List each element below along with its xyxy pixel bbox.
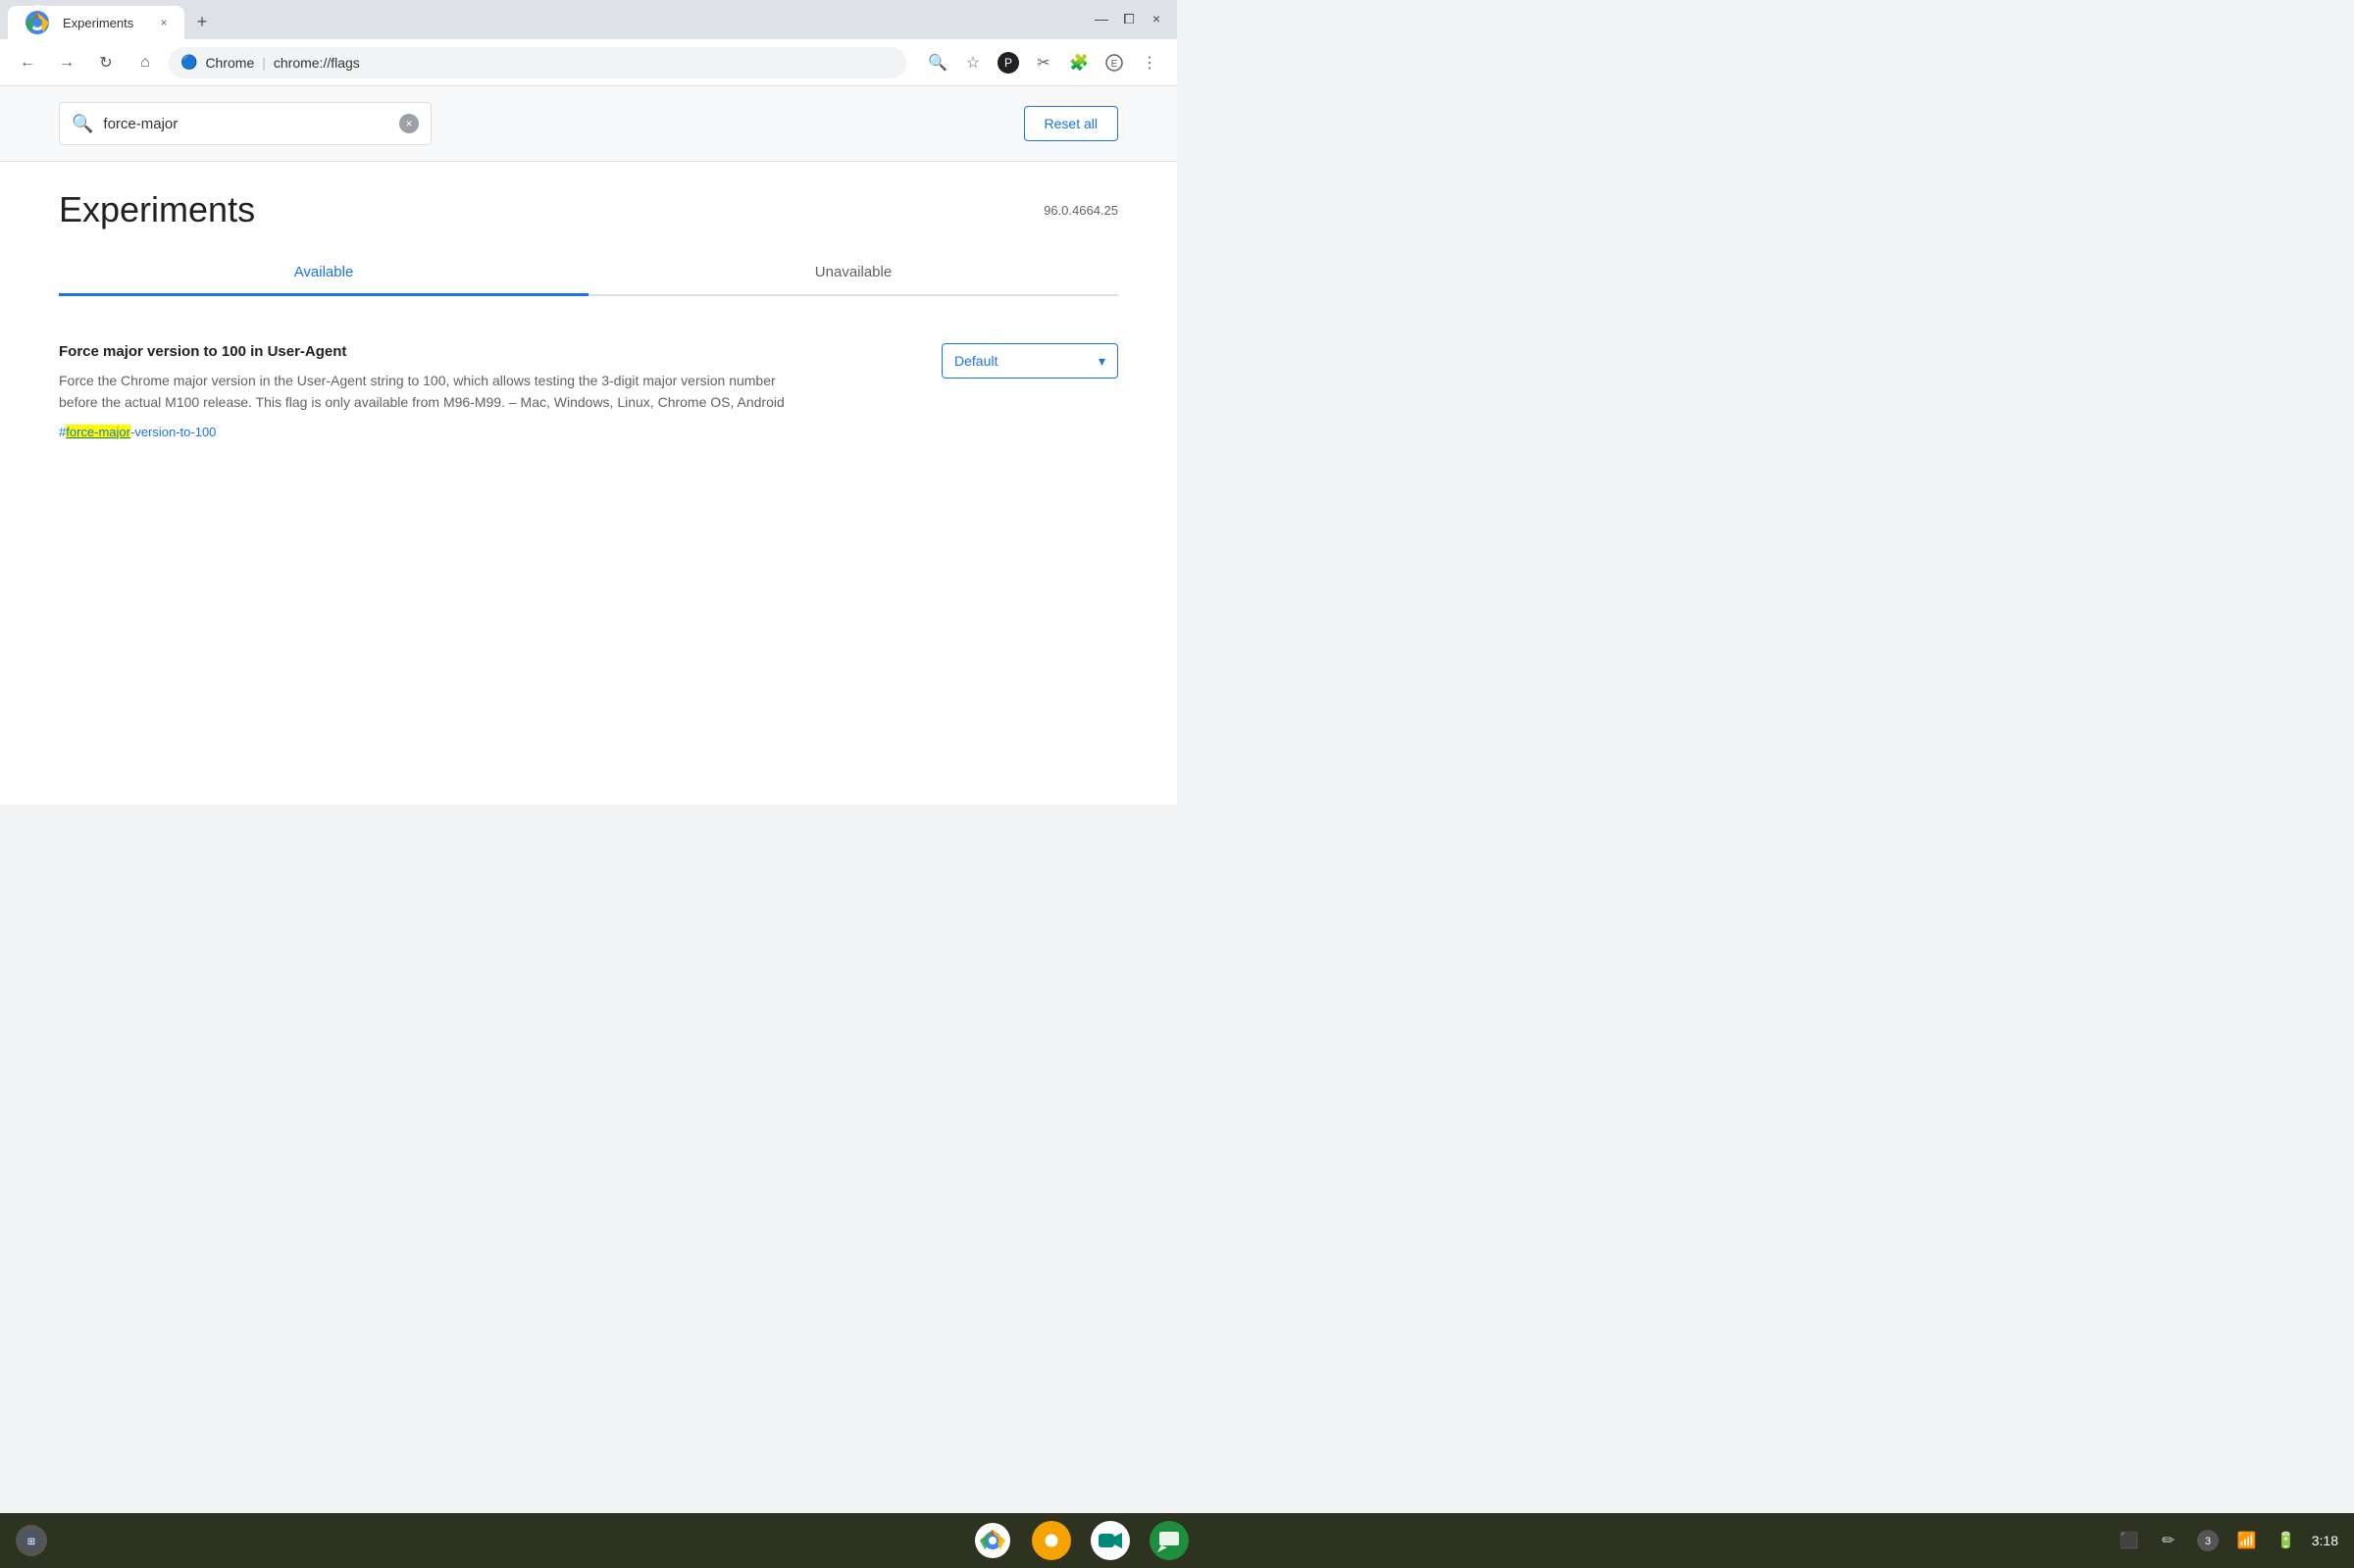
reset-all-button[interactable]: Reset all bbox=[1024, 106, 1118, 141]
close-window-button[interactable]: × bbox=[1144, 6, 1169, 31]
taskbar-apps bbox=[47, 1519, 2116, 1562]
flag-link-highlight: force-major bbox=[66, 425, 130, 439]
flag-item: Force major version to 100 in User-Agent… bbox=[59, 328, 1118, 457]
extension-icon[interactable]: E bbox=[1099, 47, 1130, 78]
title-bar: Experiments × + — ⧠ × bbox=[0, 0, 1177, 39]
taskbar: ⊞ bbox=[0, 1513, 2354, 1568]
tab-favicon bbox=[20, 5, 55, 40]
page-title: Experiments bbox=[59, 189, 255, 230]
clock: 3:18 bbox=[2312, 1533, 2338, 1548]
taskbar-files-icon[interactable] bbox=[1030, 1519, 1073, 1562]
address-bar: ← → ↻ ⌂ 🔵 Chrome | chrome://flags 🔍 ☆ P … bbox=[0, 39, 1177, 86]
bookmark-icon[interactable]: ☆ bbox=[957, 47, 989, 78]
search-toolbar-icon[interactable]: 🔍 bbox=[922, 47, 953, 78]
url-display: chrome://flags bbox=[274, 55, 360, 71]
maximize-button[interactable]: ⧠ bbox=[1116, 6, 1142, 31]
flag-description: Force the Chrome major version in the Us… bbox=[59, 370, 804, 414]
flag-link[interactable]: #force-major-version-to-100 bbox=[59, 425, 216, 439]
minimize-button[interactable]: — bbox=[1089, 6, 1114, 31]
main-content: Experiments 96.0.4664.25 Available Unava… bbox=[0, 162, 1177, 805]
tab-strip: Experiments × + bbox=[0, 0, 216, 39]
version-text: 96.0.4664.25 bbox=[1044, 203, 1118, 218]
wifi-icon[interactable]: 📶 bbox=[2233, 1527, 2261, 1554]
flag-link-suffix: -version-to-100 bbox=[130, 425, 216, 439]
profile-icon[interactable]: P bbox=[993, 47, 1024, 78]
forward-button[interactable]: → bbox=[51, 47, 82, 78]
scissors-icon[interactable]: ✂ bbox=[1028, 47, 1059, 78]
home-button[interactable]: ⌂ bbox=[129, 47, 161, 78]
new-tab-button[interactable]: + bbox=[188, 8, 216, 35]
taskbar-launcher[interactable]: ⊞ bbox=[16, 1525, 47, 1556]
tab-unavailable[interactable]: Unavailable bbox=[588, 250, 1118, 294]
flag-dropdown[interactable]: Default ▾ bbox=[942, 343, 1118, 379]
search-input[interactable] bbox=[103, 116, 389, 132]
puzzle-icon[interactable]: 🧩 bbox=[1063, 47, 1095, 78]
search-box: 🔍 × bbox=[59, 102, 432, 145]
site-security-icon: 🔵 bbox=[180, 54, 197, 71]
battery-icon[interactable]: 🔋 bbox=[2273, 1527, 2300, 1554]
refresh-button[interactable]: ↻ bbox=[90, 47, 122, 78]
taskbar-chat-icon[interactable] bbox=[1148, 1519, 1191, 1562]
taskbar-chrome-icon[interactable] bbox=[971, 1519, 1014, 1562]
url-separator: | bbox=[262, 55, 266, 71]
site-name: Chrome bbox=[205, 55, 254, 71]
notification-badge[interactable]: 3 bbox=[2194, 1527, 2222, 1554]
taskbar-meet-icon[interactable] bbox=[1089, 1519, 1132, 1562]
search-icon: 🔍 bbox=[72, 114, 93, 134]
active-tab[interactable]: Experiments × bbox=[8, 6, 184, 39]
tab-available[interactable]: Available bbox=[59, 250, 588, 294]
svg-text:E: E bbox=[1111, 59, 1118, 70]
page-title-area: Experiments 96.0.4664.25 bbox=[59, 162, 1118, 250]
tab-title: Experiments bbox=[63, 16, 133, 30]
tab-close-button[interactable]: × bbox=[155, 14, 173, 31]
flag-title: Force major version to 100 in User-Agent bbox=[59, 343, 902, 360]
menu-icon[interactable]: ⋮ bbox=[1134, 47, 1165, 78]
svg-text:⊞: ⊞ bbox=[27, 1537, 35, 1547]
window-controls: — ⧠ × bbox=[1089, 6, 1177, 39]
taskbar-system-tray: ⬛ ✏ 3 📶 🔋 3:18 bbox=[2116, 1527, 2338, 1554]
flag-dropdown-label: Default bbox=[954, 353, 998, 369]
flag-content: Force major version to 100 in User-Agent… bbox=[59, 343, 902, 441]
clear-search-button[interactable]: × bbox=[399, 114, 419, 133]
search-section: 🔍 × Reset all bbox=[0, 86, 1177, 162]
svg-text:P: P bbox=[1004, 56, 1012, 70]
svg-text:3: 3 bbox=[2205, 1536, 2211, 1547]
toolbar-icons: 🔍 ☆ P ✂ 🧩 E ⋮ bbox=[922, 47, 1165, 78]
pen-icon[interactable]: ✏ bbox=[2155, 1527, 2182, 1554]
url-box[interactable]: 🔵 Chrome | chrome://flags bbox=[169, 47, 906, 78]
tabs-row: Available Unavailable bbox=[59, 250, 1118, 296]
flag-dropdown-arrow-icon: ▾ bbox=[1099, 353, 1105, 370]
back-button[interactable]: ← bbox=[12, 47, 43, 78]
screenshot-icon[interactable]: ⬛ bbox=[2116, 1527, 2143, 1554]
